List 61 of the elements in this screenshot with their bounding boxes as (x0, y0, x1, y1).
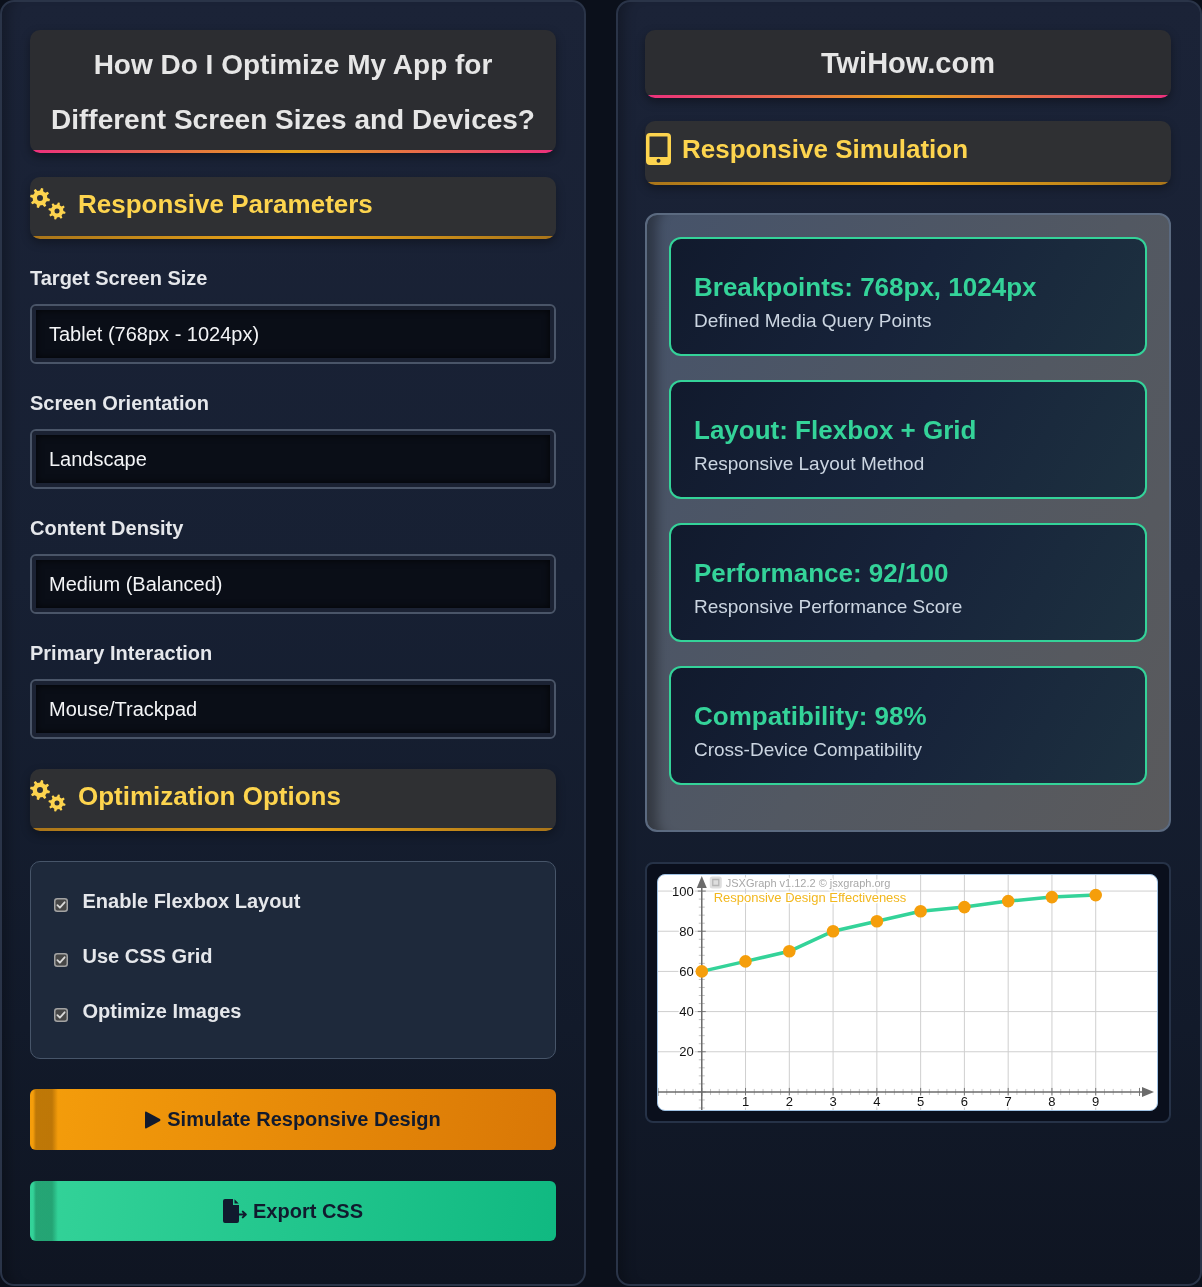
data-point (870, 914, 884, 928)
stat-caption: Cross-Device Compatibility (694, 739, 924, 761)
axis-tick-label: 7 (1004, 1093, 1012, 1109)
axis-tick-label: 4 (873, 1093, 881, 1109)
site-title: TwiHow.com (821, 45, 995, 81)
checkbox[interactable] (53, 1008, 68, 1022)
stat-title: Performance: 92/100 (694, 557, 950, 590)
axis-tick-label: 2 (785, 1093, 793, 1109)
checkbox[interactable] (53, 953, 68, 967)
axis-tick-label: 80 (679, 923, 694, 939)
checkbox-label[interactable]: Optimize Images (82, 998, 242, 1024)
section-heading: Optimization Options (78, 780, 341, 812)
axis-tick-label: 9 (1092, 1093, 1100, 1109)
stat-caption: Responsive Layout Method (694, 453, 926, 475)
field-label: Content Density (30, 516, 185, 541)
dropdown-field[interactable]: Landscape (30, 429, 556, 489)
chart-title: Responsive Design Effectiveness (713, 889, 907, 905)
stat-title: Compatibility: 98% (694, 700, 928, 733)
axis-tick-label: 5 (917, 1093, 925, 1109)
axis-tick-label: 20 (679, 1044, 694, 1060)
gears-icon (30, 188, 66, 220)
data-point (826, 924, 840, 938)
checkbox-label[interactable]: Use CSS Grid (82, 943, 213, 969)
axis-tick-label: 8 (1048, 1093, 1056, 1109)
axis-tick-label: 6 (960, 1093, 968, 1109)
section-heading: Responsive Parameters (78, 188, 373, 220)
logo-icon (709, 876, 722, 889)
axis-tick-label: 1 (741, 1093, 750, 1109)
gears-icon (30, 780, 66, 812)
page-title: How Do I Optimize My App for Different Screen Sizes and Devices? (50, 48, 536, 137)
axis-tick-label: 60 (679, 963, 694, 979)
dropdown-field[interactable]: Mouse/Trackpad (30, 679, 556, 739)
data-point (783, 945, 796, 958)
data-point (1045, 890, 1059, 904)
data-point (695, 965, 709, 978)
tablet-icon (646, 133, 671, 165)
stat-caption: Defined Media Query Points (694, 310, 933, 332)
file-export-icon (223, 1199, 247, 1223)
checkbox[interactable] (53, 898, 68, 912)
dropdown-field[interactable]: Medium (Balanced) (30, 554, 556, 614)
dropdown-field[interactable]: Tablet (768px - 1024px) (30, 304, 556, 364)
data-point (1089, 888, 1102, 902)
field-label: Screen Orientation (30, 391, 210, 416)
credit-text: JSXGraph v1.12.2 © jsxgraph.org (725, 876, 891, 889)
data-point (958, 900, 971, 914)
stat-title: Layout: Flexbox + Grid (694, 414, 978, 447)
data-point (1001, 894, 1015, 908)
field-label: Primary Interaction (30, 641, 214, 666)
axis-tick-label: 40 (679, 1004, 694, 1020)
stat-title: Breakpoints: 768px, 1024px (694, 271, 1038, 304)
data-point (914, 904, 927, 918)
axis-tick-label: 100 (672, 883, 694, 899)
field-label: Target Screen Size (30, 266, 209, 291)
simulate-button[interactable]: Simulate Responsive Design (30, 1089, 556, 1150)
axis-tick-label: 3 (829, 1093, 837, 1109)
checkbox-label[interactable]: Enable Flexbox Layout (82, 888, 301, 914)
section-heading: Responsive Simulation (682, 133, 969, 165)
data-point (739, 955, 752, 968)
play-icon (145, 1110, 162, 1129)
export-css-button[interactable]: Export CSS (30, 1181, 556, 1241)
stat-caption: Responsive Performance Score (694, 596, 964, 618)
